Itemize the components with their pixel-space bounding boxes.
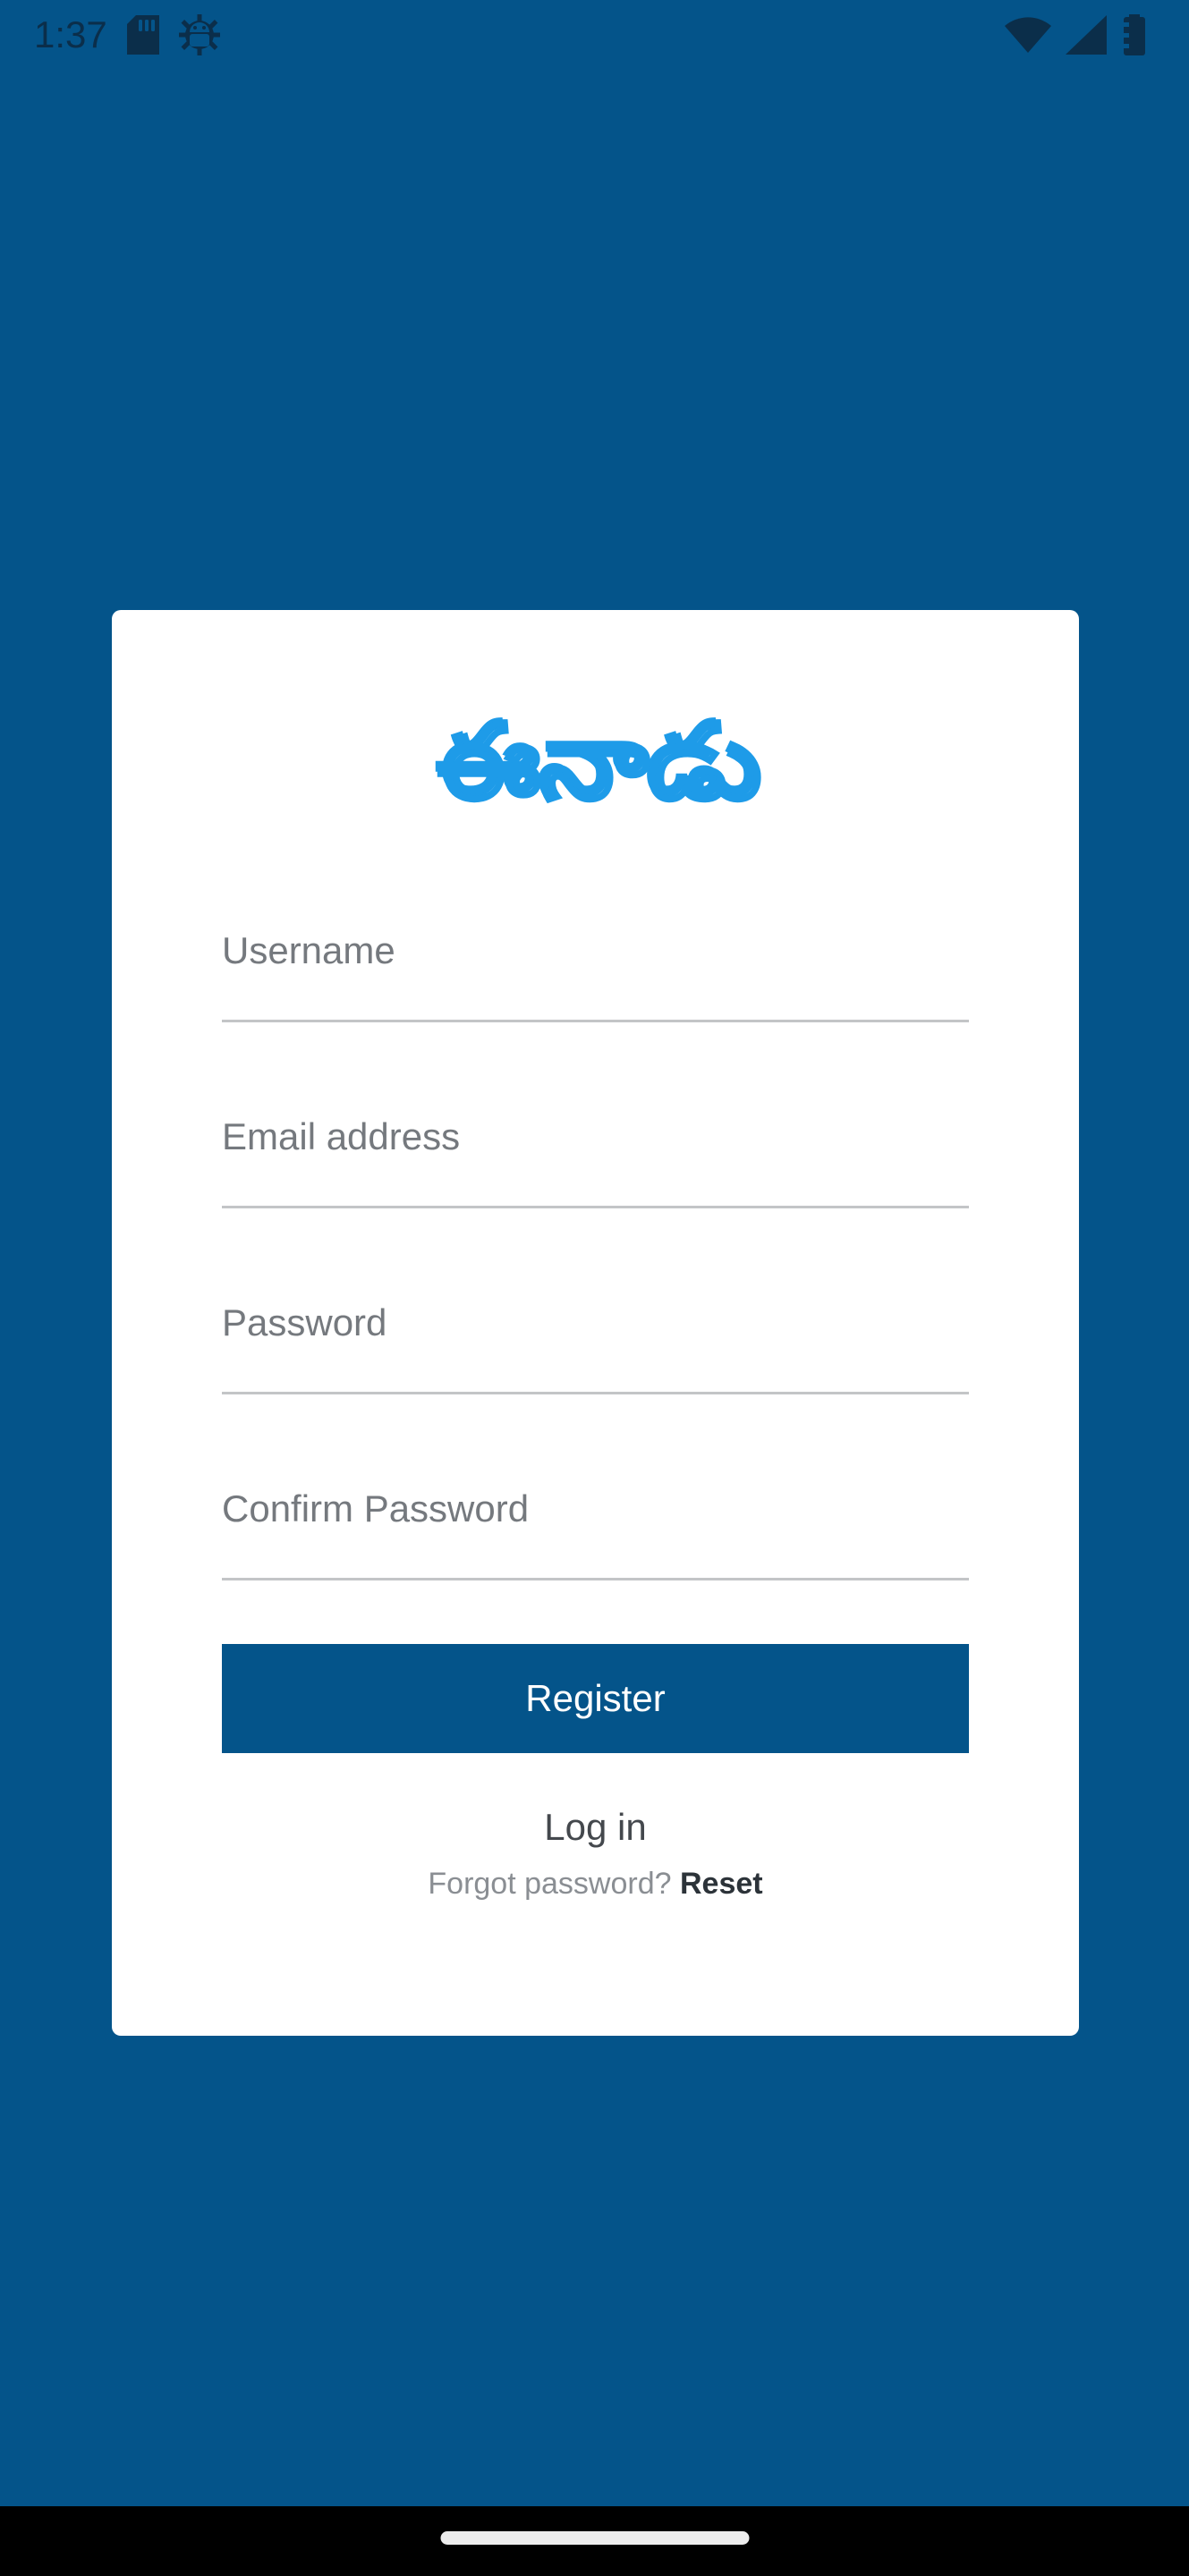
confirm-password-underline [222, 1578, 969, 1580]
cellular-signal-icon [1066, 15, 1107, 55]
gesture-home-handle[interactable] [440, 2531, 749, 2545]
confirm-password-input[interactable] [222, 1456, 969, 1574]
status-bar-left: 1:37 [34, 14, 220, 55]
wifi-icon [1005, 15, 1051, 55]
battery-icon [1121, 14, 1148, 55]
password-input[interactable] [222, 1270, 969, 1388]
sd-card-icon [126, 15, 159, 55]
eenadu-logo-shadow: ఈనాడు [437, 704, 761, 820]
forgot-password-row: Forgot password? Reset [222, 1866, 969, 1902]
eenadu-logo: ఈనాడు ఈనాడు [432, 699, 762, 823]
register-button[interactable]: Register [222, 1644, 969, 1753]
log-in-link[interactable]: Log in [222, 1805, 969, 1850]
username-input[interactable] [222, 898, 969, 1016]
username-underline [222, 1020, 969, 1022]
auth-links: Log in Forgot password? Reset [222, 1805, 969, 1902]
status-bar-clock: 1:37 [34, 13, 107, 55]
email-underline [222, 1206, 969, 1208]
register-card: ఈనాడు ఈనాడు Register Log in Forgot passw… [112, 610, 1079, 2036]
system-navigation-bar [0, 2506, 1189, 2576]
field-username [222, 898, 969, 1084]
brand-logo-wrap: ఈనాడు ఈనాడు [112, 689, 1079, 832]
field-email [222, 1084, 969, 1270]
email-input[interactable] [222, 1084, 969, 1202]
reset-password-link[interactable]: Reset [680, 1867, 763, 1901]
android-debug-icon [178, 14, 220, 55]
status-bar-right [1005, 14, 1162, 55]
field-password [222, 1270, 969, 1456]
status-bar: 1:37 [0, 0, 1189, 70]
field-confirm-password [222, 1456, 969, 1642]
password-underline [222, 1392, 969, 1394]
forgot-password-label: Forgot password? [428, 1867, 680, 1902]
register-form: Register Log in Forgot password? Reset [222, 898, 969, 1902]
